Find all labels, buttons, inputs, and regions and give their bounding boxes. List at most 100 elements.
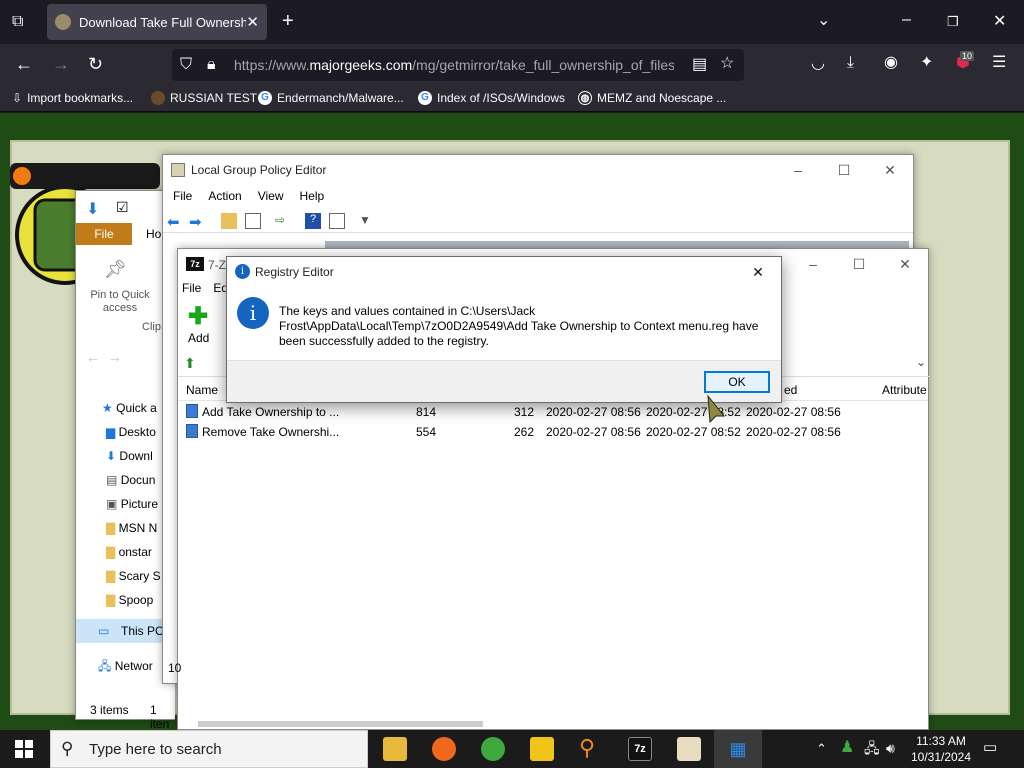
gpe-menu-help[interactable]: Help [300,185,325,207]
sevenzip-menu-file[interactable]: File [182,281,201,295]
ribbon-file-tab[interactable]: File [76,223,132,245]
gpe-menu-view[interactable]: View [258,185,284,207]
close-window-icon[interactable]: ✕ [993,14,1006,30]
gpe-up-folder-icon[interactable] [221,213,237,229]
bookmark-russian-test[interactable]: RUSSIAN TEST [151,91,257,105]
gpe-forward-icon[interactable]: ➡ [189,213,205,231]
nav-folder-spoop[interactable]: ▇ Spoop [106,593,153,607]
messenger-taskbar-icon[interactable] [481,737,505,761]
nav-network[interactable]: 🖧︎ Networ [98,657,153,678]
gpe-export-icon[interactable]: ⇨ [275,213,291,229]
gpe-show-hide-tree-icon[interactable] [245,213,261,229]
extensions-icon[interactable]: ✦ [920,55,933,71]
nav-folder-msn[interactable]: ▇ MSN N [106,521,157,535]
tracking-shield-icon[interactable]: ⛉ [180,57,192,73]
download-icon: ⬇ [106,449,117,463]
downloads-icon[interactable]: ⤓ [847,55,854,71]
gpe-close-icon[interactable]: ✕ [867,155,913,185]
path-dropdown-chevron-icon[interactable]: ⌄ [916,355,926,369]
reload-icon[interactable]: ↻ [88,55,103,73]
bookmark-import[interactable]: ⇩ Import bookmarks... [12,91,133,105]
taskbar-search-box[interactable]: ⚲ Type here to search [50,730,368,768]
up-folder-icon[interactable]: ⬆ [184,355,196,372]
dialog-message: The keys and values contained in C:\User… [279,304,759,348]
account-icon[interactable]: ◉ [884,55,898,71]
app-menu-icon[interactable]: ☰ [992,55,1006,71]
desktop-icon: ▆ [106,425,116,439]
nav-desktop[interactable]: ▆ Deskto [106,425,156,439]
tray-app-icon[interactable]: ♟ [840,740,854,756]
clipboard-group-label: Clip [142,321,161,333]
ribbon-home-tab[interactable]: Ho [146,227,161,241]
sevenzip-maximize-icon[interactable]: ☐ [836,249,882,279]
sevenzip-app-icon: 7z [186,257,204,271]
nav-folder-scary[interactable]: ▇ Scary S [106,569,161,583]
add-plus-icon[interactable]: ✚ [188,305,208,329]
explorer-back-icon[interactable]: ← → [86,349,122,365]
bookmark-star-icon[interactable]: ☆ [720,56,734,72]
firefox-taskbar-icon[interactable] [432,737,456,761]
column-name[interactable]: Name [186,383,218,397]
list-tabs-chevron-icon[interactable]: ⌄ [817,13,830,29]
nav-quick-access[interactable]: ★ Quick a [102,401,157,415]
russian-favicon-icon [151,91,165,105]
bookmark-isos[interactable]: G Index of /ISOs/Windows [418,91,565,105]
url-text[interactable]: https://www.majorgeeks.com/mg/getmirror/… [234,57,674,73]
sevenzip-minimize-icon[interactable]: – [790,249,836,279]
clock-date: 10/31/2024 [910,750,972,764]
quick-access-down-icon[interactable]: ⬇ [86,199,99,219]
nav-downloads[interactable]: ⬇ Downl [106,449,153,463]
reader-view-icon[interactable]: ▤ [692,57,707,73]
notepad-taskbar-icon[interactable] [677,737,701,761]
bookmark-endermanch[interactable]: G Endermanch/Malware... [258,91,404,105]
sevenzip-h-scrollbar[interactable] [198,721,483,727]
gpe-back-icon[interactable]: ⬅ [167,213,183,231]
windows-start-icon[interactable] [15,740,33,758]
ok-button[interactable]: OK [704,371,770,393]
regedit-taskbar-icon[interactable]: ▦ [726,737,750,761]
nav-this-pc[interactable]: ▭ This PC [76,619,176,643]
column-attributes[interactable]: Attribute [882,383,927,397]
browser-tab[interactable]: Download Take Full Ownership ✕ [47,4,267,40]
bookmark-memz[interactable]: ◍ MEMZ and Noescape ... [578,91,726,105]
taskbar-clock[interactable]: 11:33 AM 10/31/2024 [905,733,977,765]
lock-icon[interactable]: 🔒︎ [207,57,216,73]
add-button[interactable]: Add [188,331,209,345]
minimize-icon[interactable]: – [902,12,911,28]
new-tab-icon[interactable]: + [282,11,294,31]
table-row[interactable]: Add Take Ownership to ... 814 312 2020-0… [178,401,928,421]
properties-icon[interactable]: ☑ [116,199,129,216]
tab-close-icon[interactable]: ✕ [246,13,259,31]
table-row[interactable]: Remove Take Ownershi... 554 262 2020-02-… [178,421,928,441]
nav-folder-onstar[interactable]: ▇ onstar [106,545,152,559]
sevenzip-close-icon[interactable]: ✕ [882,249,928,279]
volume-icon[interactable]: 🔊︎ [886,740,895,756]
restore-icon[interactable]: ❐ [947,14,959,30]
pin-to-quick-access-button[interactable]: Pin to Quick access [82,289,158,315]
nav-documents[interactable]: ▤ Docun [106,473,155,487]
gpe-menu-file[interactable]: File [173,185,192,207]
gpe-help-icon[interactable]: ? [305,213,321,229]
gpe-menu-action[interactable]: Action [208,185,241,207]
forward-icon[interactable]: → [52,55,70,73]
gpe-filter-icon[interactable]: ▼ [359,213,375,229]
file-explorer-taskbar-icon[interactable] [383,737,407,761]
notifications-icon[interactable]: ▭ [983,740,997,756]
nav-pictures[interactable]: ▣ Picture [106,497,158,511]
cursor-icon [707,394,726,424]
dialog-close-icon[interactable]: ✕ [735,257,781,287]
magnifier-taskbar-icon[interactable]: ⚲ [579,737,603,761]
column-modified[interactable]: ed [784,383,797,397]
network-tray-icon[interactable]: 🖧︎ [864,740,880,756]
extensions-badge: 10 [960,51,975,61]
gpe-properties-icon[interactable] [329,213,345,229]
sevenzip-title: 7-Z [208,258,226,272]
gpe-minimize-icon[interactable]: – [775,155,821,185]
tray-chevron-icon[interactable]: ⌃ [816,741,827,757]
pocket-icon[interactable]: ◡ [811,56,825,72]
lock-app-taskbar-icon[interactable] [530,737,554,761]
tab-overview-icon[interactable]: ⧉ [12,14,23,30]
gpe-maximize-icon[interactable]: ☐ [821,155,867,185]
sevenzip-taskbar-icon[interactable]: 7z [628,737,652,761]
back-icon[interactable]: ← [15,55,33,73]
